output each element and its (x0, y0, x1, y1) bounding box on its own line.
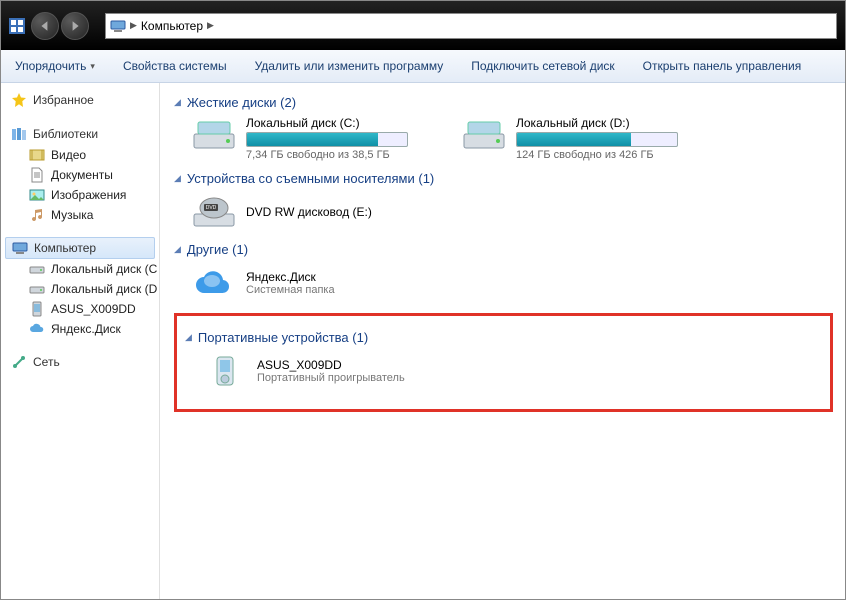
portable-device-item[interactable]: ASUS_X009DDПортативный проигрыватель (203, 351, 463, 391)
drive-item-c[interactable]: Локальный диск (C:) 7,34 ГБ свободно из … (192, 116, 442, 161)
breadcrumb-computer[interactable]: Компьютер (141, 19, 203, 33)
capacity-bar (516, 132, 678, 147)
capacity-bar (246, 132, 408, 147)
portable-devices-highlight: ◢Портативные устройства (1) ASUS_X009DDП… (174, 313, 833, 412)
navigation-pane: Избранное Библиотеки Видео Документы Изо… (1, 83, 160, 600)
hard-drive-icon (192, 116, 236, 154)
explorer-window: ▶ Компьютер ▶ Упорядочить▾ Свойства сист… (0, 0, 846, 600)
drive-icon (29, 261, 45, 277)
collapse-icon: ◢ (174, 173, 181, 184)
section-header[interactable]: ◢Устройства со съемными носителями (1) (174, 171, 833, 186)
sidebar-item-label: Библиотеки (33, 127, 98, 141)
star-icon (11, 92, 27, 108)
sidebar-network[interactable]: Сеть (1, 351, 159, 373)
sidebar-computer[interactable]: Компьютер (5, 237, 155, 259)
yandex-disk-item[interactable]: Яндекс.ДискСистемная папка (192, 263, 452, 303)
dvd-drive-item[interactable]: DVD DVD RW дисковод (E:) (192, 192, 452, 232)
documents-icon (29, 167, 45, 183)
chevron-right-icon: ▶ (130, 20, 137, 31)
hard-drive-icon (462, 116, 506, 154)
video-icon (29, 147, 45, 163)
section-header[interactable]: ◢Другие (1) (174, 242, 833, 257)
collapse-icon: ◢ (174, 97, 181, 108)
section-header[interactable]: ◢Портативные устройства (1) (185, 330, 822, 345)
nav-buttons (31, 12, 89, 40)
drive-item-d[interactable]: Локальный диск (D:) 124 ГБ свободно из 4… (462, 116, 712, 161)
forward-button[interactable] (61, 12, 89, 40)
computer-icon (12, 240, 28, 256)
section-other: ◢Другие (1) Яндекс.ДискСистемная папка (174, 242, 833, 303)
sidebar-libraries[interactable]: Библиотеки (1, 123, 159, 145)
sidebar-item-pictures[interactable]: Изображения (1, 185, 159, 205)
sidebar-item-label: Сеть (33, 355, 60, 369)
back-button[interactable] (31, 12, 59, 40)
device-label: Яндекс.Диск (246, 270, 335, 284)
drive-label: Локальный диск (D:) (516, 116, 678, 130)
libraries-icon (11, 126, 27, 142)
sidebar-item-video[interactable]: Видео (1, 145, 159, 165)
chevron-down-icon: ▾ (90, 61, 95, 72)
sidebar-item-asus[interactable]: ASUS_X009DD (1, 299, 159, 319)
section-header[interactable]: ◢Жесткие диски (2) (174, 95, 833, 110)
drive-icon (29, 281, 45, 297)
window-titlebar: ▶ Компьютер ▶ (1, 1, 845, 50)
device-label: DVD RW дисковод (E:) (246, 205, 372, 219)
window-body: Избранное Библиотеки Видео Документы Изо… (1, 83, 845, 600)
computer-icon (110, 18, 126, 34)
drive-label: Локальный диск (C:) (246, 116, 408, 130)
sidebar-item-drive-c[interactable]: Локальный диск (C (1, 259, 159, 279)
chevron-right-icon: ▶ (207, 20, 214, 31)
organize-menu[interactable]: Упорядочить▾ (15, 59, 95, 73)
sidebar-item-drive-d[interactable]: Локальный диск (D (1, 279, 159, 299)
sidebar-item-label: Избранное (33, 93, 94, 107)
portable-player-icon (203, 351, 247, 391)
phone-icon (29, 301, 45, 317)
sidebar-item-music[interactable]: Музыка (1, 205, 159, 225)
svg-text:DVD: DVD (206, 205, 217, 211)
cloud-disk-icon (192, 263, 236, 303)
section-hard-drives: ◢Жесткие диски (2) Локальный диск (C:) 7… (174, 95, 833, 161)
free-space-label: 124 ГБ свободно из 426 ГБ (516, 149, 678, 161)
system-properties-button[interactable]: Свойства системы (123, 59, 227, 73)
device-sublabel: Системная папка (246, 284, 335, 296)
free-space-label: 7,34 ГБ свободно из 38,5 ГБ (246, 149, 408, 161)
capacity-fill (517, 133, 631, 146)
uninstall-program-button[interactable]: Удалить или изменить программу (255, 59, 444, 73)
capacity-fill (247, 133, 378, 146)
address-bar[interactable]: ▶ Компьютер ▶ (105, 13, 837, 39)
system-menu-icon (9, 18, 25, 34)
sidebar-item-label: Компьютер (34, 241, 96, 255)
section-removable: ◢Устройства со съемными носителями (1) D… (174, 171, 833, 232)
collapse-icon: ◢ (174, 244, 181, 255)
device-sublabel: Портативный проигрыватель (257, 372, 405, 384)
map-network-drive-button[interactable]: Подключить сетевой диск (471, 59, 614, 73)
section-portable: ◢Портативные устройства (1) ASUS_X009DDП… (185, 330, 822, 391)
content-pane: ◢Жесткие диски (2) Локальный диск (C:) 7… (160, 83, 845, 600)
network-icon (11, 354, 27, 370)
pictures-icon (29, 187, 45, 203)
device-label: ASUS_X009DD (257, 358, 405, 372)
dvd-drive-icon: DVD (192, 192, 236, 232)
command-bar: Упорядочить▾ Свойства системы Удалить ил… (1, 50, 845, 83)
open-control-panel-button[interactable]: Открыть панель управления (643, 59, 802, 73)
cloud-icon (29, 321, 45, 337)
music-icon (29, 207, 45, 223)
sidebar-item-documents[interactable]: Документы (1, 165, 159, 185)
collapse-icon: ◢ (185, 332, 192, 343)
sidebar-favorites[interactable]: Избранное (1, 89, 159, 111)
sidebar-item-yandex-disk[interactable]: Яндекс.Диск (1, 319, 159, 339)
